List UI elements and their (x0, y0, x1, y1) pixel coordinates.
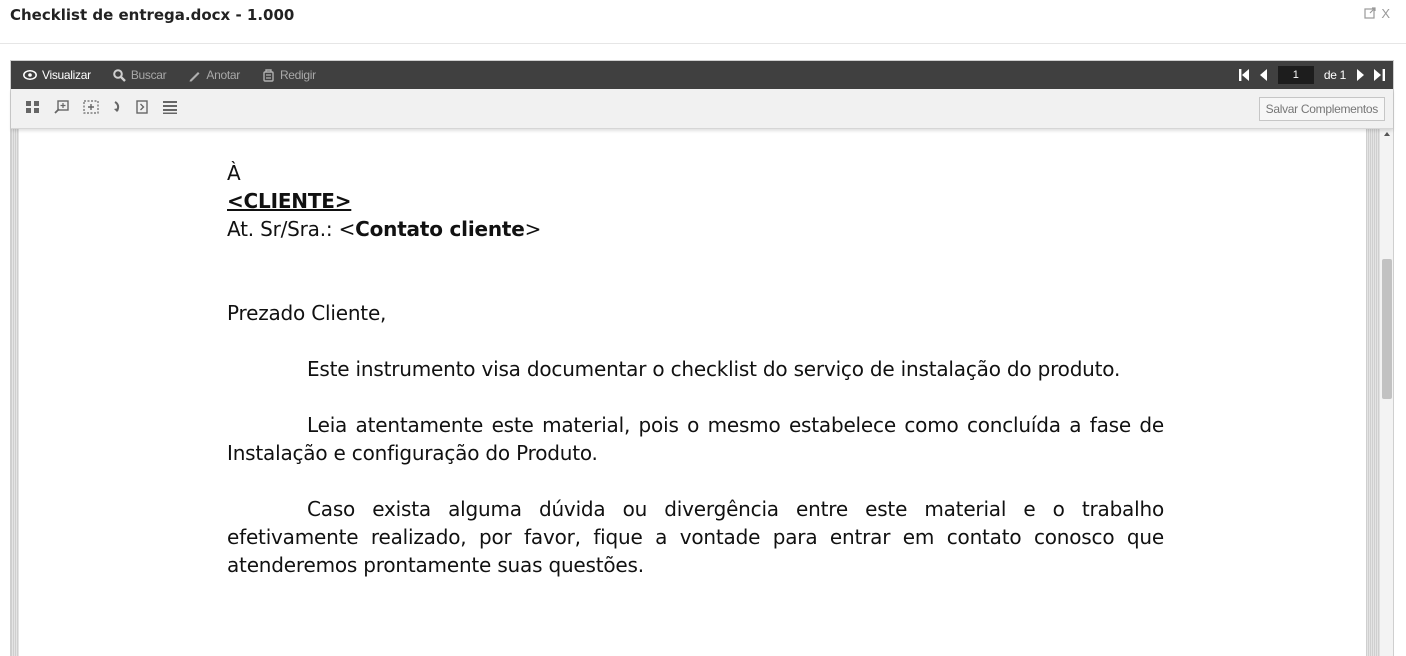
redact-icon (262, 68, 275, 82)
recipient-line: À (227, 161, 241, 185)
scroll-thumb[interactable] (1382, 259, 1392, 399)
page-count-label: de 1 (1323, 68, 1346, 82)
contact-placeholder: Contato cliente (355, 217, 525, 241)
attention-line: At. Sr/Sra.: <Contato cliente> (227, 215, 1164, 243)
page-gutter-left (11, 129, 19, 656)
paragraph: Leia atentamente este material, pois o m… (227, 413, 1164, 465)
last-page-icon (1374, 69, 1385, 81)
pencil-icon (188, 69, 201, 82)
paragraph: Este instrumento visa documentar o check… (307, 357, 1121, 381)
menu-icon[interactable] (162, 100, 178, 114)
document-text: À <CLIENTE> At. Sr/Sra.: <Contato client… (227, 159, 1164, 579)
next-page-icon[interactable] (135, 100, 149, 114)
page-gutter-right (1366, 129, 1379, 656)
search-tool-label: Buscar (130, 68, 167, 82)
page-navigator: de 1 (1238, 61, 1385, 89)
popout-icon[interactable] (1364, 6, 1377, 22)
prev-page-button[interactable] (1259, 69, 1268, 81)
annotate-tool-button[interactable]: Anotar (188, 68, 240, 82)
document-viewer: Visualizar Buscar Anotar Redigir 1 de 1 … (10, 60, 1394, 656)
thumbnails-icon[interactable] (25, 100, 41, 114)
document-canvas: À <CLIENTE> At. Sr/Sra.: <Contato client… (11, 129, 1393, 656)
search-tool-button[interactable]: Buscar (113, 68, 167, 82)
next-page-button[interactable] (1356, 69, 1364, 81)
tool-group: Visualizar Buscar Anotar Redigir (23, 61, 316, 89)
save-complements-button[interactable]: Salvar Complementos (1258, 97, 1385, 121)
redact-tool-label: Redigir (279, 68, 316, 82)
annotate-tool-label: Anotar (206, 68, 240, 82)
next-page-icon (1357, 69, 1364, 81)
search-icon (113, 68, 126, 82)
prev-page-icon (1259, 69, 1267, 81)
attention-prefix: At. Sr/Sra.: < (227, 217, 356, 241)
document-page: À <CLIENTE> At. Sr/Sra.: <Contato client… (19, 129, 1366, 656)
paragraph: Caso exista alguma dúvida ou divergência… (227, 497, 1164, 577)
title-bar: Checklist de entrega.docx - 1.000 X (0, 0, 1406, 44)
last-page-button[interactable] (1374, 69, 1385, 81)
document-title: Checklist de entrega.docx - 1.000 (10, 6, 295, 24)
vertical-scrollbar[interactable] (1379, 129, 1393, 656)
scroll-up-arrow-icon[interactable] (1384, 132, 1390, 136)
close-button[interactable]: X (1381, 6, 1390, 22)
zoom-icon[interactable] (54, 100, 70, 114)
greeting: Prezado Cliente, (227, 301, 387, 325)
eye-icon (23, 70, 37, 80)
fit-page-icon[interactable] (83, 100, 99, 114)
first-page-button[interactable] (1238, 69, 1250, 81)
redact-tool-button[interactable]: Redigir (262, 68, 316, 82)
page-number-input[interactable] (1277, 66, 1314, 84)
viewer-subtoolbar: Salvar Complementos (11, 89, 1393, 129)
first-page-icon (1238, 69, 1249, 81)
attention-suffix: > (524, 217, 542, 241)
view-tool-label: Visualizar (42, 68, 91, 82)
window-controls: X (1364, 6, 1390, 22)
view-tool-button[interactable]: Visualizar (23, 68, 91, 82)
view-options (25, 100, 178, 114)
rotate-icon[interactable] (112, 100, 122, 114)
viewer-toolbar: Visualizar Buscar Anotar Redigir 1 de 1 (11, 61, 1393, 89)
client-placeholder: <CLIENTE> (227, 189, 352, 213)
